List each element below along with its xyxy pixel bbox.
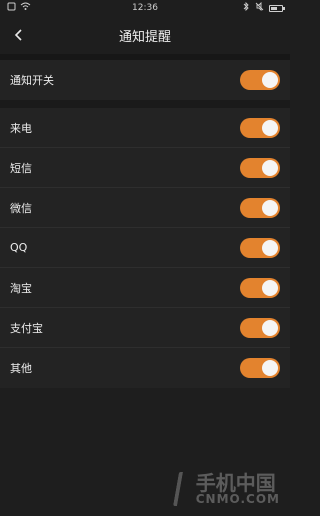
toggle-switch[interactable] [240,237,280,258]
toggle-label: 淘宝 [10,281,32,295]
watermark-logo-mark [172,472,193,506]
switch-knob [262,360,278,376]
toggle-switch[interactable] [240,157,280,178]
status-time: 12:36 [132,3,158,13]
switch-knob [262,279,278,296]
toggle-switch[interactable] [240,117,280,138]
master-toggle-switch[interactable] [240,70,280,90]
toggle-label: 短信 [10,161,32,175]
switch-knob [262,199,278,216]
page-title: 通知提醒 [118,29,171,45]
switch-knob [262,119,278,136]
status-bar: 12:36 [0,0,290,16]
toggle-label: 支付宝 [10,321,43,335]
toggle-label: 微信 [10,201,32,215]
watermark-cn: 手机中国 [195,471,276,495]
toggle-row-wechat[interactable]: 微信 [0,188,290,228]
toggle-switch[interactable] [240,317,280,338]
toggle-label: 其他 [10,362,32,375]
switch-knob [262,159,278,176]
toggle-row-taobao[interactable]: 淘宝 [0,268,290,308]
chevron-left-icon [14,29,22,41]
master-toggle-row[interactable]: 通知开关 [0,60,290,100]
master-toggle-label: 通知开关 [10,74,54,87]
toggle-row-qq[interactable]: QQ [0,228,290,268]
watermark-en: CNMO.COM [195,492,280,506]
back-button[interactable] [10,26,28,44]
master-toggle-panel: 通知开关 [0,60,290,100]
toggle-switch[interactable] [240,197,280,218]
toggle-label: QQ [10,241,28,254]
watermark: 手机中国 CNMO.COM [172,472,280,506]
switch-knob [262,319,278,336]
toggle-label: 来电 [10,121,32,135]
battery-level [271,6,277,10]
toggle-row-call[interactable]: 来电 [0,108,290,148]
header: 通知提醒 [0,16,290,54]
toggle-switch[interactable] [240,358,280,378]
switch-knob [262,239,278,256]
toggle-row-other[interactable]: 其他 [0,348,290,388]
watermark-text: 手机中国 CNMO.COM [196,473,280,505]
toggle-row-sms[interactable]: 短信 [0,148,290,188]
section-separator [0,100,290,108]
toggle-switch[interactable] [240,277,280,298]
battery-icon [269,4,285,12]
switch-knob [262,72,278,88]
app-toggle-list: 来电 短信 微信 QQ 淘宝 支付宝 其他 [0,108,290,388]
toggle-row-alipay[interactable]: 支付宝 [0,308,290,348]
